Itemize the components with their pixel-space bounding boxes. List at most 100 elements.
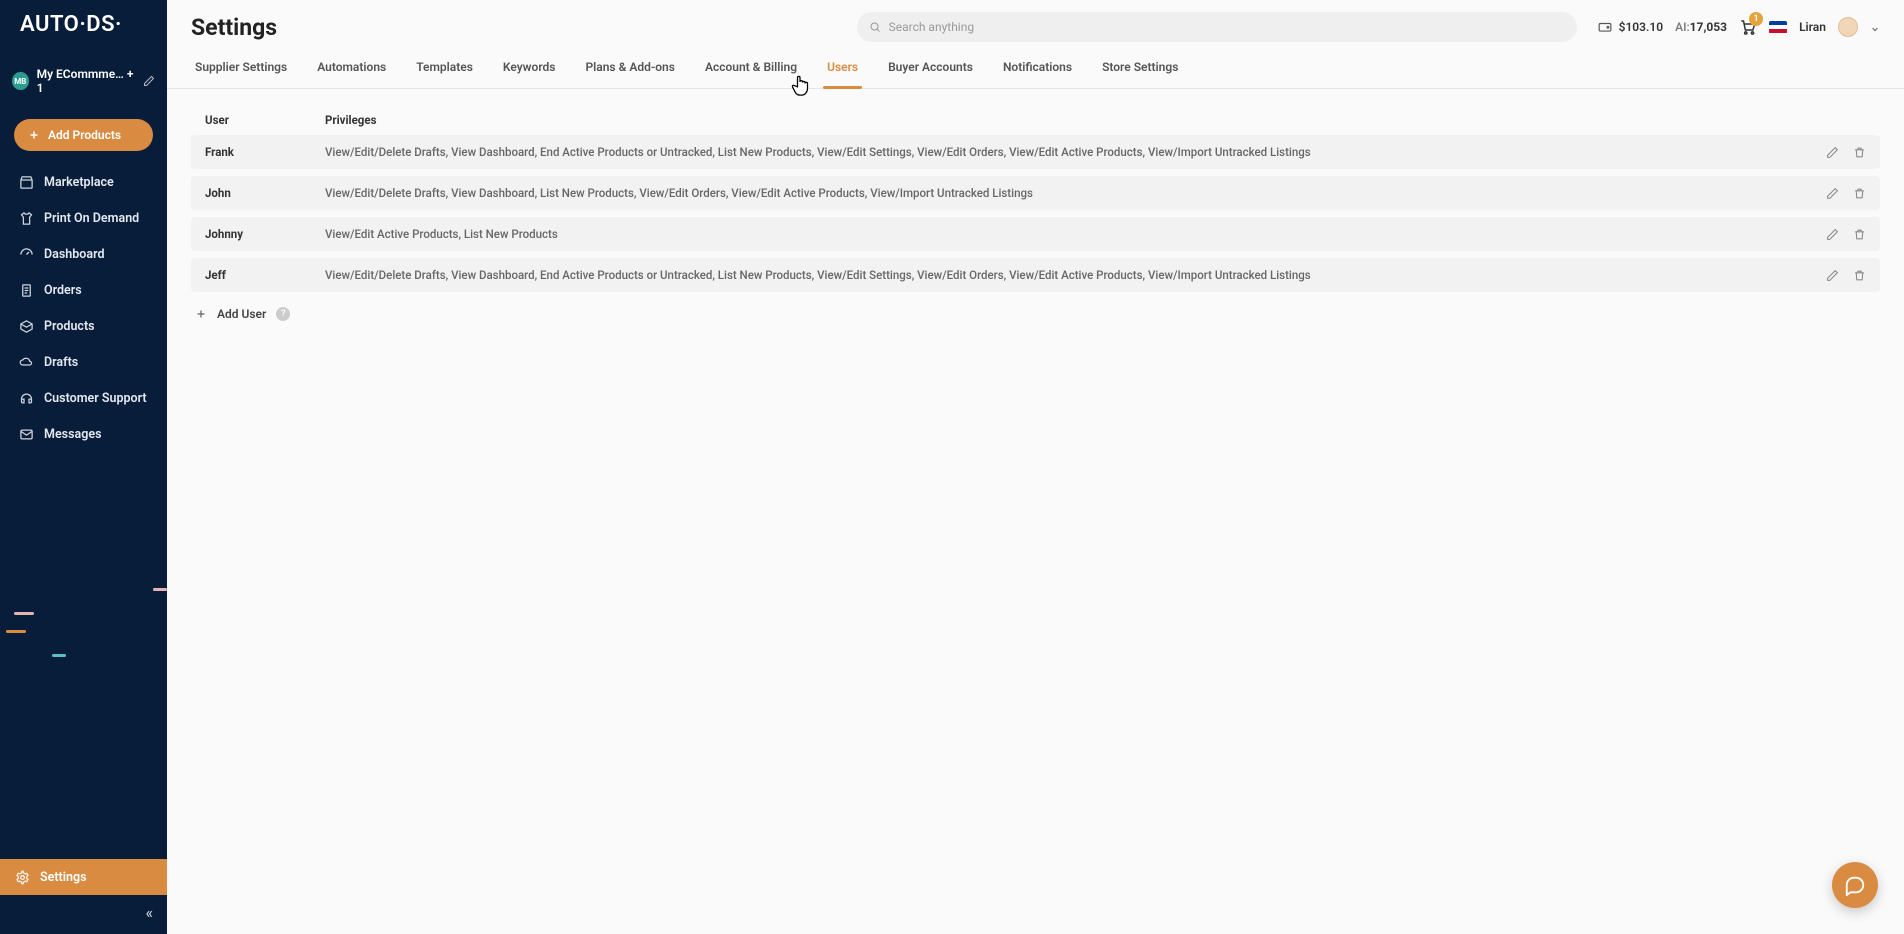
delete-row-button[interactable] — [1853, 146, 1866, 159]
store-name: My ECommme… + 1 — [37, 67, 135, 95]
sidebar-item-settings[interactable]: Settings — [0, 859, 167, 895]
add-user-button[interactable]: Add User ? — [191, 299, 1880, 329]
ai-label: AI: — [1675, 20, 1690, 34]
privileges-cell: View/Edit/Delete Drafts, View Dashboard,… — [325, 186, 1786, 200]
sidebar-item-products[interactable]: Products — [4, 309, 163, 343]
edit-row-button[interactable] — [1826, 146, 1839, 159]
chevron-down-icon[interactable]: ⌄ — [1870, 20, 1880, 34]
table-row: JeffView/Edit/Delete Drafts, View Dashbo… — [191, 258, 1880, 292]
sidebar-item-label: Products — [44, 319, 95, 334]
brand-text: AUTO·DS· — [20, 12, 122, 37]
sidebar-item-label: Customer Support — [44, 391, 147, 406]
privileges-cell: View/Edit/Delete Drafts, View Dashboard,… — [325, 268, 1786, 282]
delete-row-button[interactable] — [1853, 228, 1866, 241]
help-icon[interactable]: ? — [276, 307, 290, 321]
store-icon — [18, 174, 34, 190]
plus-icon — [28, 129, 40, 141]
topbar-right: $103.10 AI:17,053 1 Liran ⌄ — [1597, 17, 1880, 37]
flag-icon[interactable] — [1769, 21, 1787, 34]
decoration — [6, 630, 26, 633]
wallet-icon — [1597, 20, 1613, 34]
topbar: Settings $103.10 AI:17,053 1 Liran ⌄ — [167, 0, 1904, 42]
add-products-label: Add Products — [48, 128, 121, 142]
sidebar-bottom: Settings « — [0, 859, 167, 934]
sidebar-item-drafts[interactable]: Drafts — [4, 345, 163, 379]
collapse-sidebar-button[interactable]: « — [145, 903, 153, 922]
sidebar-item-label: Messages — [44, 427, 102, 442]
wallet-balance[interactable]: $103.10 — [1597, 20, 1664, 34]
page-title: Settings — [191, 14, 277, 41]
decoration — [153, 588, 167, 591]
user-cell: Jeff — [205, 268, 325, 282]
tab-account-billing[interactable]: Account & Billing — [705, 60, 797, 88]
add-products-button[interactable]: Add Products — [14, 119, 153, 151]
mail-icon — [18, 426, 34, 442]
gauge-icon — [18, 246, 34, 262]
sidebar-item-messages[interactable]: Messages — [4, 417, 163, 451]
decoration — [14, 612, 34, 615]
table-header: User Privileges — [191, 103, 1880, 135]
tab-plans-add-ons[interactable]: Plans & Add-ons — [585, 60, 674, 88]
tab-users[interactable]: Users — [827, 60, 858, 88]
user-cell: John — [205, 186, 325, 200]
sidebar-item-support[interactable]: Customer Support — [4, 381, 163, 415]
search-wrap — [857, 12, 1577, 42]
table-row: JohnView/Edit/Delete Drafts, View Dashbo… — [191, 176, 1880, 210]
tab-templates[interactable]: Templates — [416, 60, 473, 88]
privileges-cell: View/Edit Active Products, List New Prod… — [325, 227, 1786, 241]
headset-icon — [18, 390, 34, 406]
main: Settings $103.10 AI:17,053 1 Liran ⌄ — [167, 0, 1904, 934]
delete-row-button[interactable] — [1853, 187, 1866, 200]
store-badge: MB — [12, 72, 29, 90]
settings-label: Settings — [40, 870, 87, 885]
user-cell: Johnny — [205, 227, 325, 241]
user-name: Liran — [1799, 20, 1826, 34]
clipboard-icon — [18, 282, 34, 298]
sidebar-item-pod[interactable]: Print On Demand — [4, 201, 163, 235]
gear-icon — [14, 869, 30, 885]
sidebar-item-label: Orders — [44, 283, 82, 298]
user-cell: Frank — [205, 145, 325, 159]
delete-row-button[interactable] — [1853, 269, 1866, 282]
cloud-icon — [18, 354, 34, 370]
brand-logo[interactable]: AUTO·DS· — [0, 0, 167, 49]
box-icon — [18, 318, 34, 334]
tshirt-icon — [18, 210, 34, 226]
store-selector[interactable]: MB My ECommme… + 1 — [0, 57, 167, 105]
tab-supplier-settings[interactable]: Supplier Settings — [195, 60, 287, 88]
tab-notifications[interactable]: Notifications — [1003, 60, 1072, 88]
tab-automations[interactable]: Automations — [317, 60, 386, 88]
edit-row-button[interactable] — [1826, 187, 1839, 200]
plus-icon — [195, 308, 207, 320]
avatar[interactable] — [1838, 17, 1858, 37]
sidebar-item-label: Print On Demand — [44, 211, 139, 226]
decoration — [52, 654, 66, 657]
search-icon — [869, 21, 881, 33]
sidebar-item-label: Drafts — [44, 355, 78, 370]
sidebar-item-marketplace[interactable]: Marketplace — [4, 165, 163, 199]
sidebar: AUTO·DS· MB My ECommme… + 1 Add Products… — [0, 0, 167, 934]
sidebar-item-label: Marketplace — [44, 175, 114, 190]
edit-row-button[interactable] — [1826, 269, 1839, 282]
privileges-cell: View/Edit/Delete Drafts, View Dashboard,… — [325, 145, 1786, 159]
users-table: User Privileges FrankView/Edit/Delete Dr… — [167, 89, 1904, 343]
chat-fab[interactable] — [1832, 862, 1878, 908]
wallet-amount: $103.10 — [1619, 20, 1664, 34]
table-row: JohnnyView/Edit Active Products, List Ne… — [191, 217, 1880, 251]
sidebar-item-dashboard[interactable]: Dashboard — [4, 237, 163, 271]
ai-value: 17,053 — [1690, 20, 1727, 34]
sidebar-nav: Marketplace Print On Demand Dashboard Or… — [0, 165, 167, 451]
cart-badge: 1 — [1749, 12, 1763, 26]
add-user-label: Add User — [217, 307, 266, 321]
search-input[interactable] — [857, 12, 1577, 42]
settings-tabs: Supplier Settings Automations Templates Key… — [167, 42, 1904, 89]
col-privileges: Privileges — [325, 113, 1786, 127]
edit-row-button[interactable] — [1826, 228, 1839, 241]
tab-store-settings[interactable]: Store Settings — [1102, 60, 1178, 88]
tab-buyer-accounts[interactable]: Buyer Accounts — [888, 60, 973, 88]
sidebar-item-orders[interactable]: Orders — [4, 273, 163, 307]
sidebar-item-label: Dashboard — [44, 247, 105, 262]
cart-button[interactable]: 1 — [1739, 18, 1757, 36]
pencil-icon[interactable] — [143, 75, 155, 87]
tab-keywords[interactable]: Keywords — [503, 60, 556, 88]
